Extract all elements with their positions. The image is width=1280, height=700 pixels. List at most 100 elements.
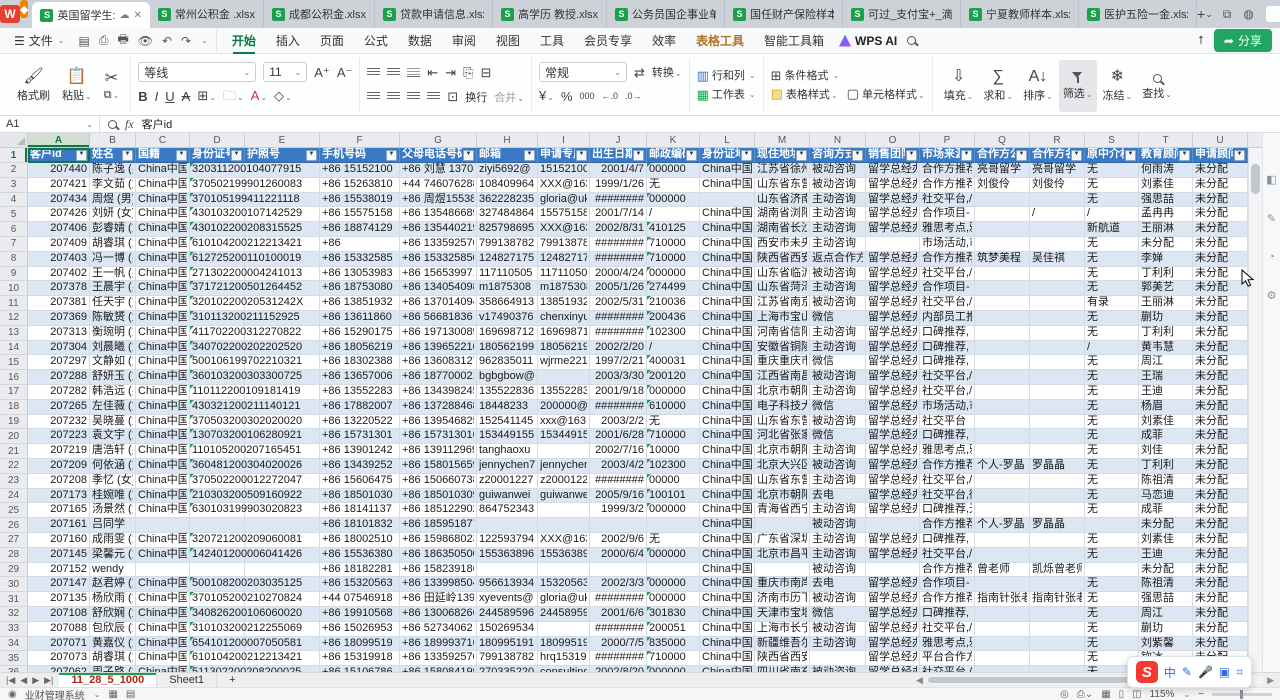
cell[interactable]: 270335220: [477, 666, 538, 672]
cell[interactable]: 371721200501264452: [190, 281, 245, 296]
cell[interactable]: +86 52734062: [400, 622, 477, 637]
cell[interactable]: 口碑推荐,: [920, 355, 975, 370]
cell[interactable]: 刘素佳: [1139, 415, 1193, 430]
cell[interactable]: 1997/2/21: [590, 355, 647, 370]
cell[interactable]: gloria@uk: [538, 592, 590, 607]
cell[interactable]: 612725200110100019: [190, 252, 245, 267]
cell[interactable]: 430102200208315525: [190, 222, 245, 237]
row-header-27[interactable]: 27: [0, 533, 28, 548]
cell[interactable]: +86 1343982452: [400, 385, 477, 400]
cell[interactable]: 180995191: [538, 637, 590, 652]
align-right-icon[interactable]: [407, 92, 420, 101]
cell[interactable]: 黄韦慧: [1139, 341, 1193, 356]
cell[interactable]: 无: [1085, 474, 1139, 489]
cell[interactable]: 370105199411221118: [190, 193, 245, 208]
cell[interactable]: z20001227: [538, 474, 590, 489]
cell[interactable]: gloria@uk: [538, 193, 590, 208]
cell[interactable]: 138519326: [538, 296, 590, 311]
cell[interactable]: [1030, 281, 1085, 296]
cell[interactable]: 2002/8/20: [590, 666, 647, 672]
cell[interactable]: [975, 267, 1030, 282]
cell[interactable]: [1030, 326, 1085, 341]
cell[interactable]: China中国: [136, 193, 190, 208]
cell[interactable]: 留学总经办: [866, 444, 920, 459]
column-header-T[interactable]: T: [1139, 133, 1193, 147]
layout-icon[interactable]: ⧉: [1223, 7, 1232, 22]
cell[interactable]: China中国: [700, 237, 755, 252]
cell[interactable]: 207232: [28, 415, 90, 430]
cell[interactable]: 未分配: [1193, 637, 1248, 652]
ribbon-tab-智能工具箱[interactable]: 智能工具箱: [755, 29, 833, 52]
last-sheet-icon[interactable]: ▶|: [44, 675, 53, 686]
cell[interactable]: 北京市朝阳: [755, 489, 810, 504]
cell[interactable]: XXX@163.: [538, 533, 590, 548]
cell[interactable]: +86 18753080: [320, 281, 400, 296]
cell[interactable]: 黄嘉仪 (女: [90, 637, 136, 652]
font-family-select[interactable]: 等线⌄: [138, 62, 256, 82]
cell[interactable]: 社交平台,/: [920, 193, 975, 208]
cell[interactable]: China中国: [136, 385, 190, 400]
cell[interactable]: 刘俊伶: [1030, 178, 1085, 193]
cell[interactable]: +86 1395468251: [400, 415, 477, 430]
cell[interactable]: 207145: [28, 548, 90, 563]
cell[interactable]: +44 7460762888: [400, 178, 477, 193]
cell[interactable]: [538, 503, 590, 518]
cell[interactable]: 成雨雯 (女: [90, 533, 136, 548]
cell[interactable]: 430103200107142529: [190, 207, 245, 222]
cell[interactable]: 丁利利: [1139, 459, 1193, 474]
cell[interactable]: 152541145: [477, 415, 538, 430]
cell[interactable]: 合作方推荐: [920, 163, 975, 178]
document-tab[interactable]: S贷款申请信息.xlsx: [375, 0, 493, 28]
cell[interactable]: 未分配: [1193, 267, 1248, 282]
cell[interactable]: 000000: [647, 577, 700, 592]
cell[interactable]: +86 1340540988: [400, 281, 477, 296]
cell[interactable]: China中国: [136, 607, 190, 622]
cell[interactable]: 刘素佳: [1139, 178, 1193, 193]
table-header-cell[interactable]: 咨询方式▼: [810, 148, 866, 163]
name-box[interactable]: A1 ⌄: [0, 116, 100, 132]
cell[interactable]: +86 1396522100: [400, 341, 477, 356]
cell[interactable]: 207409: [28, 237, 90, 252]
cell[interactable]: 未分配: [1139, 518, 1193, 533]
justify-icon[interactable]: [427, 92, 440, 101]
cell[interactable]: China中国: [136, 178, 190, 193]
cell[interactable]: 社交平台,/: [920, 474, 975, 489]
cell[interactable]: 未分配: [1193, 622, 1248, 637]
cell[interactable]: 孟冉冉: [1139, 207, 1193, 222]
cell[interactable]: 口碑推荐,: [920, 533, 975, 548]
cell[interactable]: 340826200106060020: [190, 607, 245, 622]
cell[interactable]: [538, 622, 590, 637]
cell[interactable]: 207402: [28, 267, 90, 282]
cell[interactable]: +86 15538019: [320, 193, 400, 208]
cell[interactable]: 000000: [647, 267, 700, 282]
cell[interactable]: 包欣辰 (女: [90, 622, 136, 637]
paste-button[interactable]: 📋 粘贴⌄: [58, 60, 96, 112]
sort-button[interactable]: A↓排序⌄: [1019, 60, 1057, 112]
cell[interactable]: [975, 355, 1030, 370]
cell[interactable]: [1030, 267, 1085, 282]
column-header-U[interactable]: U: [1193, 133, 1248, 147]
cell[interactable]: 衡琬明 (女: [90, 326, 136, 341]
cell[interactable]: 留学总经办: [866, 637, 920, 652]
cell[interactable]: ziyi5692@: [477, 163, 538, 178]
cell[interactable]: China中国: [136, 222, 190, 237]
filter-dropdown-icon[interactable]: ▼: [796, 150, 807, 161]
cell[interactable]: +86 15026953: [320, 622, 400, 637]
cell[interactable]: 500106199702210321: [190, 355, 245, 370]
row-header-33[interactable]: 33: [0, 622, 28, 637]
close-tab-icon[interactable]: ✕: [134, 10, 142, 21]
cell[interactable]: 无: [1085, 326, 1139, 341]
cell[interactable]: 江苏省南京: [755, 296, 810, 311]
cell[interactable]: China中国: [700, 607, 755, 622]
cell[interactable]: China中国: [700, 252, 755, 267]
cell[interactable]: 蒯玏: [1139, 622, 1193, 637]
cell[interactable]: 207071: [28, 637, 90, 652]
cell[interactable]: XXX@163.: [538, 222, 590, 237]
cell[interactable]: 无: [1085, 459, 1139, 474]
cell[interactable]: 留学总经办: [866, 533, 920, 548]
cell[interactable]: 社交平台,/: [920, 385, 975, 400]
cell[interactable]: [975, 489, 1030, 504]
cell[interactable]: 207062: [28, 666, 90, 672]
cell[interactable]: China中国: [700, 207, 755, 222]
cell[interactable]: 主动咨询: [810, 326, 866, 341]
